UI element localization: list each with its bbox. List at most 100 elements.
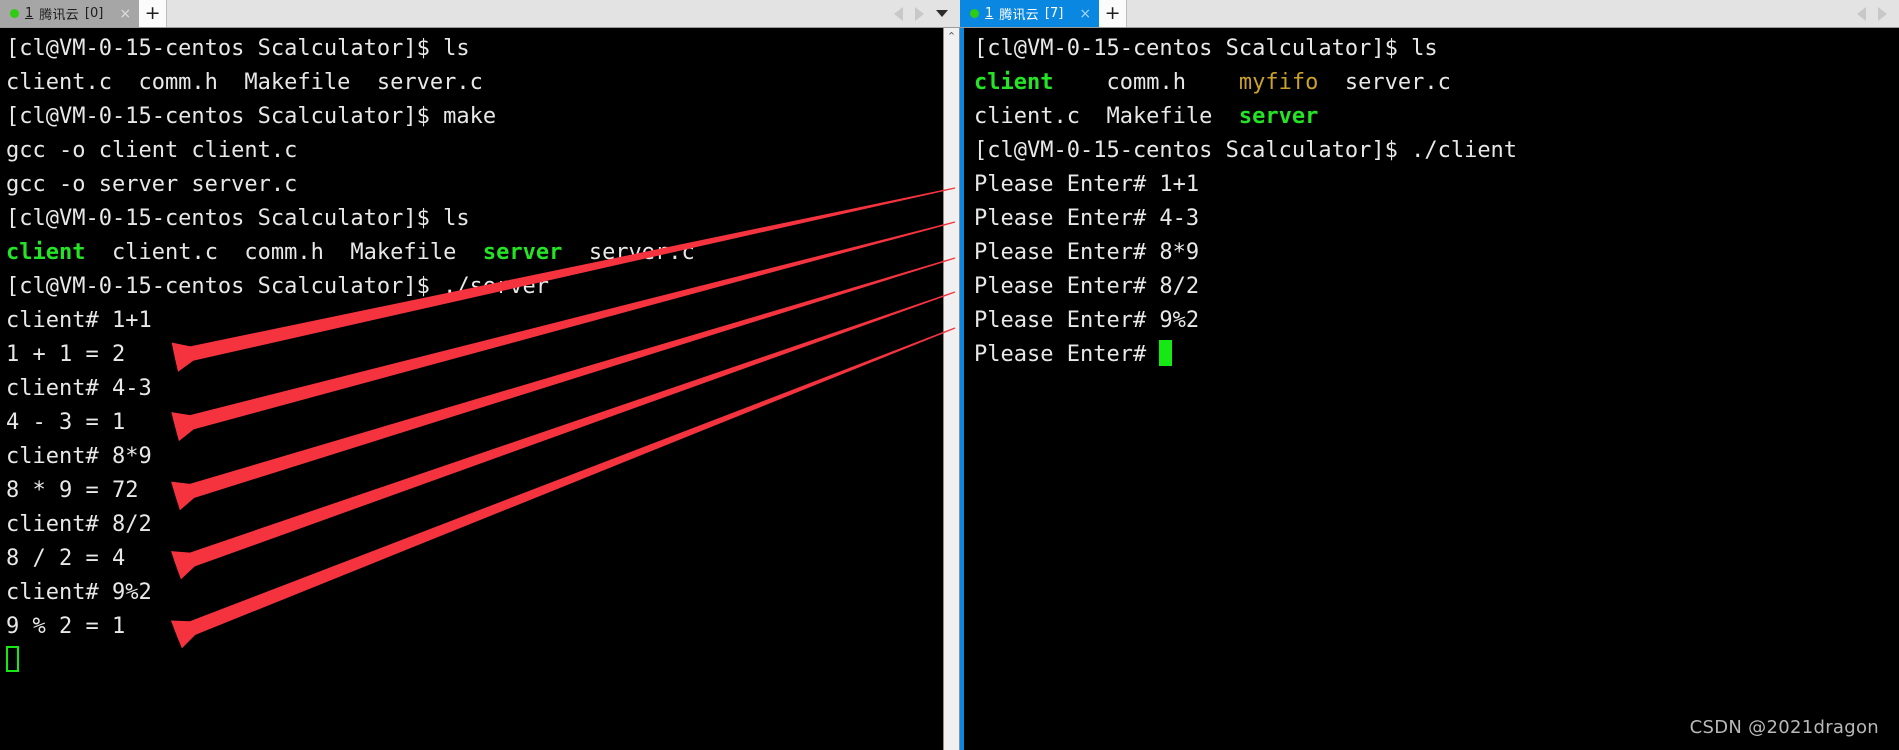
right-terminal-text: Please Enter# 9%2 — [974, 308, 1200, 333]
left-tab-index: [0] — [84, 6, 104, 21]
right-terminal-body: [cl@VM-0-15-centos Scalculator]$ ls clien… — [960, 28, 1899, 750]
left-tab-bar: 1 腾讯云 [0] × + — [0, 0, 960, 28]
right-terminal-line: Please Enter# 8*9 — [974, 236, 1899, 270]
left-terminal-text: client# 8/2 — [6, 512, 152, 537]
right-terminal-text: Please Enter# 1+1 — [974, 172, 1200, 197]
terminal-cursor — [1159, 340, 1173, 366]
right-tab-tencent-cloud[interactable]: 1 腾讯云 [7] × — [960, 0, 1100, 27]
right-tab-bar-controls — [1857, 0, 1899, 27]
close-icon[interactable]: × — [119, 7, 131, 21]
left-terminal-output[interactable]: [cl@VM-0-15-centos Scalculator]$ ls clien… — [0, 28, 943, 750]
right-terminal-text: client — [974, 70, 1054, 95]
left-terminal-line: 9 % 2 = 1 — [6, 610, 943, 644]
left-terminal-text: 4 - 3 = 1 — [6, 410, 126, 435]
watermark: CSDN @2021dragon — [1689, 717, 1879, 738]
right-terminal-line: Please Enter# 9%2 — [974, 304, 1899, 338]
left-terminal-line: client# 8/2 — [6, 508, 943, 542]
left-scrollbar[interactable]: ⌃ — [943, 28, 960, 750]
new-tab-button[interactable]: + — [139, 0, 168, 27]
left-terminal-line: [cl@VM-0-15-centos Scalculator]$ make — [6, 100, 943, 134]
left-terminal-text: client.c comm.h Makefile server.c — [6, 70, 483, 95]
left-terminal-line: client# 1+1 — [6, 304, 943, 338]
left-terminal-text: gcc -o client client.c — [6, 138, 298, 163]
right-tab-title: 腾讯云 — [999, 8, 1039, 23]
left-terminal-text: 9 % 2 = 1 — [6, 614, 126, 639]
status-dot-green-icon — [970, 9, 979, 18]
left-terminal-text: 8 / 2 = 4 — [6, 546, 126, 571]
triangle-left-icon[interactable] — [894, 6, 903, 21]
right-terminal-line: client comm.h myfifo server.c — [974, 66, 1899, 100]
scroll-up-icon[interactable]: ⌃ — [944, 28, 959, 45]
left-terminal-line: gcc -o server server.c — [6, 168, 943, 202]
left-terminal-line: client# 8*9 — [6, 440, 943, 474]
left-terminal-line: [cl@VM-0-15-centos Scalculator]$ ./serve… — [6, 270, 943, 304]
close-icon[interactable]: × — [1079, 7, 1091, 21]
left-terminal-line: [cl@VM-0-15-centos Scalculator]$ ls — [6, 202, 943, 236]
right-terminal-line: Please Enter# 8/2 — [974, 270, 1899, 304]
triangle-left-icon[interactable] — [1857, 6, 1866, 21]
left-terminal-text: [cl@VM-0-15-centos Scalculator]$ ls — [6, 206, 470, 231]
right-terminal-line: client.c Makefile server — [974, 100, 1899, 134]
left-terminal-text: client.c comm.h Makefile — [85, 240, 483, 265]
triangle-right-icon[interactable] — [915, 6, 924, 21]
right-terminal-text: comm.h — [1053, 70, 1239, 95]
right-terminal-pane: 1 腾讯云 [7] × + [cl@VM-0-15-centos Scalcul… — [960, 0, 1899, 750]
left-terminal-text: client# 1+1 — [6, 308, 152, 333]
left-terminal-text: 8 * 9 = 72 — [6, 478, 139, 503]
right-tab-bar-spacer — [1127, 0, 1857, 27]
left-terminal-line: [cl@VM-0-15-centos Scalculator]$ ls — [6, 32, 943, 66]
left-terminal-text: client — [6, 240, 86, 265]
left-terminal-line: client client.c comm.h Makefile server s… — [6, 236, 943, 270]
right-tab-bar: 1 腾讯云 [7] × + — [960, 0, 1899, 28]
left-tab-bar-spacer — [167, 0, 894, 27]
left-terminal-text: client# 4-3 — [6, 376, 152, 401]
right-terminal-text: [cl@VM-0-15-centos Scalculator]$ ./clien… — [974, 138, 1518, 163]
left-terminal-line: 4 - 3 = 1 — [6, 406, 943, 440]
left-terminal-text: client# 8*9 — [6, 444, 152, 469]
right-terminal-text: server.c — [1318, 70, 1451, 95]
right-terminal-output[interactable]: [cl@VM-0-15-centos Scalculator]$ ls clien… — [960, 28, 1899, 750]
right-terminal-text: Please Enter# 8/2 — [974, 274, 1200, 299]
left-terminal-line: client# 9%2 — [6, 576, 943, 610]
left-terminal-text: server.c — [562, 240, 695, 265]
left-scrollbar-track[interactable] — [944, 45, 959, 750]
chevron-down-icon[interactable] — [936, 10, 948, 17]
left-terminal-line: client# 4-3 — [6, 372, 943, 406]
new-tab-button[interactable]: + — [1099, 0, 1128, 27]
left-terminal-line: 1 + 1 = 2 — [6, 338, 943, 372]
left-terminal-line: 8 / 2 = 4 — [6, 542, 943, 576]
right-terminal-line: Please Enter# 1+1 — [974, 168, 1899, 202]
terminal-window: 1 腾讯云 [0] × + [cl@VM-0-15-centos Scalcul… — [0, 0, 1899, 750]
left-tab-number: 1 — [25, 6, 34, 21]
right-tab-index: [7] — [1044, 6, 1064, 21]
left-terminal-line: gcc -o client client.c — [6, 134, 943, 168]
right-terminal-text: Please Enter# 4-3 — [974, 206, 1200, 231]
left-tab-title: 腾讯云 — [39, 8, 79, 23]
right-terminal-text: Please Enter# 8*9 — [974, 240, 1200, 265]
left-terminal-text: server — [482, 240, 563, 265]
left-terminal-text: 1 + 1 = 2 — [6, 342, 126, 367]
right-terminal-line: Please Enter# — [974, 338, 1899, 372]
left-terminal-pane: 1 腾讯云 [0] × + [cl@VM-0-15-centos Scalcul… — [0, 0, 960, 750]
left-terminal-line — [6, 644, 943, 678]
left-terminal-text: client# 9%2 — [6, 580, 152, 605]
right-terminal-line: [cl@VM-0-15-centos Scalculator]$ ./clien… — [974, 134, 1899, 168]
right-terminal-text: Please Enter# — [974, 342, 1160, 367]
right-terminal-line: Please Enter# 4-3 — [974, 202, 1899, 236]
left-terminal-body: [cl@VM-0-15-centos Scalculator]$ ls clien… — [0, 28, 960, 750]
left-terminal-line: client.c comm.h Makefile server.c — [6, 66, 943, 100]
triangle-right-icon[interactable] — [1878, 6, 1887, 21]
right-terminal-line: [cl@VM-0-15-centos Scalculator]$ ls — [974, 32, 1899, 66]
right-terminal-text: myfifo — [1238, 70, 1319, 95]
terminal-cursor — [6, 646, 19, 672]
left-terminal-text: [cl@VM-0-15-centos Scalculator]$ make — [6, 104, 497, 129]
left-tab-tencent-cloud[interactable]: 1 腾讯云 [0] × — [0, 0, 140, 27]
left-tab-bar-controls — [894, 0, 960, 27]
left-terminal-text: gcc -o server server.c — [6, 172, 298, 197]
status-dot-green-icon — [10, 9, 19, 18]
right-terminal-text: client.c Makefile — [974, 104, 1239, 129]
right-tab-number: 1 — [985, 6, 994, 21]
right-terminal-text: [cl@VM-0-15-centos Scalculator]$ ls — [974, 36, 1438, 61]
left-terminal-text: [cl@VM-0-15-centos Scalculator]$ ls — [6, 36, 470, 61]
left-terminal-text: [cl@VM-0-15-centos Scalculator]$ ./serve… — [6, 274, 550, 299]
